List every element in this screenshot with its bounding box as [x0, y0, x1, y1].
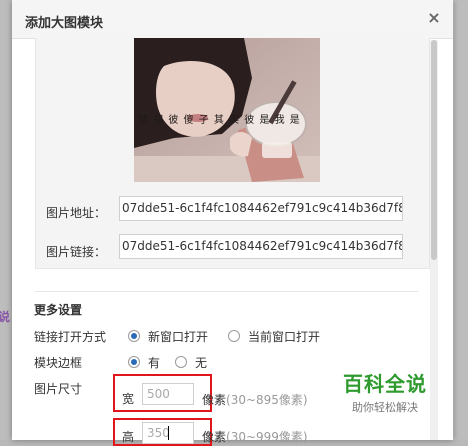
- image-link-input[interactable]: 07dde51-6c1f4fc1084462ef791c9c414b36d7f8…: [119, 234, 403, 259]
- height-unit: 像素(30~999像素): [202, 428, 308, 445]
- radio-new-window[interactable]: [128, 330, 140, 342]
- section-divider: [35, 291, 418, 292]
- text-caret: [168, 426, 169, 440]
- background-right-edge: [454, 0, 468, 440]
- radio-current-window-label[interactable]: 当前窗口打开: [248, 328, 320, 345]
- scrollbar-thumb[interactable]: [431, 40, 437, 260]
- photo-illustration: [134, 38, 320, 182]
- image-size-label: 图片尺寸: [34, 382, 83, 396]
- more-settings-title: 更多设置: [34, 303, 83, 317]
- radio-border-no-label[interactable]: 无: [195, 354, 207, 371]
- radio-border-yes-label[interactable]: 有: [148, 354, 160, 371]
- radio-border-no[interactable]: [175, 356, 187, 368]
- close-button[interactable]: ×: [425, 9, 443, 27]
- link-open-label: 链接打开方式: [34, 330, 107, 344]
- height-hint: (30~999像素): [226, 430, 308, 444]
- width-label: 宽: [122, 392, 135, 406]
- background-left-edge: [0, 0, 12, 440]
- height-label: 高: [122, 430, 135, 444]
- image-link-label: 图片链接：: [46, 245, 107, 259]
- width-unit-text: 像素: [202, 393, 227, 407]
- background-side-text: 说: [0, 310, 11, 324]
- dialog-header: 添加大图模块 ×: [12, 0, 453, 39]
- watermark-sub: 助你轻松解决: [352, 401, 418, 414]
- image-url-label: 图片地址：: [46, 206, 107, 220]
- image-url-input[interactable]: 07dde51-6c1f4fc1084462ef791c9c414b36d7f8…: [119, 196, 403, 221]
- dialog-title: 添加大图模块: [25, 16, 104, 31]
- radio-border-yes[interactable]: [128, 356, 140, 368]
- radio-new-window-label[interactable]: 新窗口打开: [148, 328, 208, 345]
- watermark: 百科全说 助你轻松解决: [330, 368, 440, 415]
- width-unit: 像素(30~895像素): [202, 391, 308, 408]
- radio-current-window[interactable]: [228, 330, 240, 342]
- height-unit-text: 像素: [202, 430, 227, 444]
- image-preview: 猜 胡 彼 傻 子 其 实 彼 是 我 是: [134, 38, 320, 182]
- photo-caption: 猜 胡 彼 傻 子 其 实 彼 是 我 是: [138, 115, 301, 126]
- image-settings-panel: 猜 胡 彼 傻 子 其 实 彼 是 我 是 图片地址： 07dde51-6c1f…: [35, 38, 430, 269]
- watermark-main: 百科全说: [343, 372, 427, 396]
- width-hint: (30~895像素): [226, 393, 308, 407]
- width-input[interactable]: 500: [142, 383, 194, 405]
- border-label: 模块边框: [34, 356, 83, 370]
